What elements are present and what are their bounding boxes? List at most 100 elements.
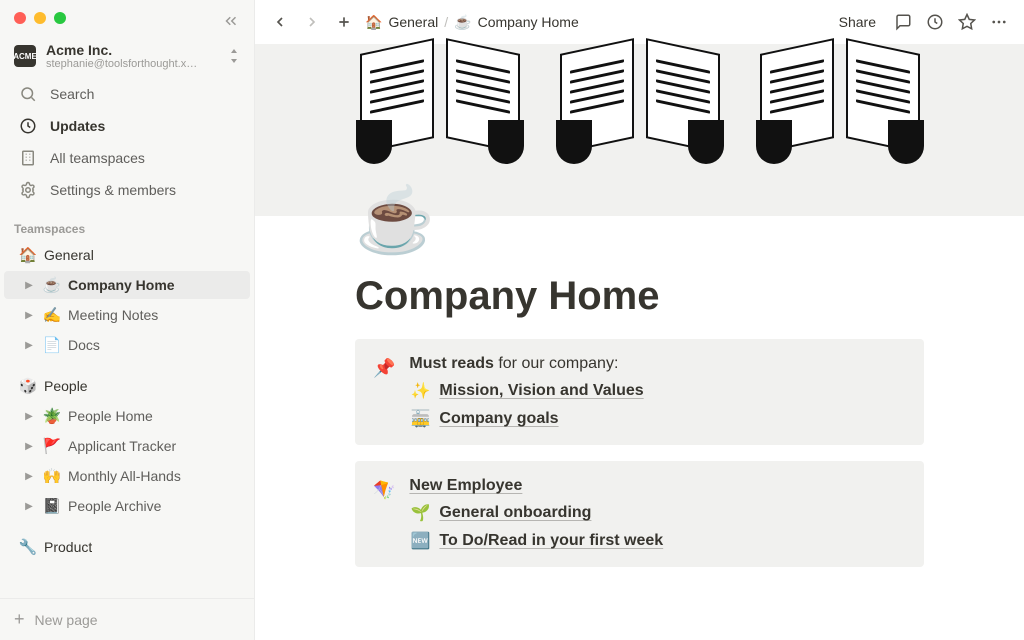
callout-new-employee[interactable]: 🪁 New Employee 🌱 General onboarding 🆕 To…	[355, 461, 924, 567]
sidebar-item-label: Product	[44, 539, 92, 555]
collapse-sidebar-button[interactable]	[222, 12, 240, 30]
share-button[interactable]: Share	[833, 10, 882, 34]
topbar: 🏠 General / ☕ Company Home Share	[255, 0, 1024, 44]
link-label: To Do/Read in your first week	[439, 532, 663, 550]
sidebar-item-label: General	[44, 247, 94, 263]
sidebar-item-people-archive[interactable]: ▶ 📓 People Archive	[4, 492, 250, 520]
link-label: Company goals	[439, 410, 558, 428]
chevron-right-icon[interactable]: ▶	[22, 499, 36, 513]
page-title[interactable]: Company Home	[355, 274, 924, 319]
expand-collapse-icon	[228, 49, 240, 63]
kite-icon: 🪁	[373, 477, 395, 551]
page-link-general-onboarding[interactable]: 🌱 General onboarding	[409, 503, 906, 523]
breadcrumb-page-icon: ☕	[454, 14, 471, 31]
chevron-right-icon[interactable]: ▶	[22, 469, 36, 483]
nav-label: Search	[50, 86, 94, 102]
maximize-window-icon[interactable]	[54, 12, 66, 24]
sidebar-item-label: Company Home	[68, 277, 175, 293]
history-button[interactable]	[924, 11, 946, 33]
seedling-icon: 🌱	[409, 503, 431, 523]
link-label: Mission, Vision and Values	[439, 382, 643, 400]
link-label: General onboarding	[439, 504, 591, 522]
page-icon: 📄	[42, 336, 62, 354]
chevron-right-icon[interactable]: ▶	[22, 308, 36, 322]
updates-nav[interactable]: Updates	[4, 111, 250, 141]
page-link-mission[interactable]: ✨ Mission, Vision and Values	[409, 381, 906, 401]
sidebar-item-label: People Archive	[68, 498, 161, 514]
chevron-right-icon[interactable]: ▶	[22, 439, 36, 453]
gear-icon	[18, 180, 38, 200]
minimize-window-icon[interactable]	[34, 12, 46, 24]
window-controls	[0, 0, 254, 30]
chevron-right-icon[interactable]: ▶	[22, 409, 36, 423]
sidebar-item-product[interactable]: 🔧 Product	[4, 533, 250, 561]
writing-hand-icon: ✍️	[42, 306, 62, 324]
main: 🏠 General / ☕ Company Home Share	[255, 0, 1024, 640]
sidebar-item-people-home[interactable]: ▶ 🪴 People Home	[4, 402, 250, 430]
workspace-name: Acme Inc.	[46, 42, 218, 58]
sidebar-item-label: People	[44, 378, 88, 394]
clock-icon	[18, 116, 38, 136]
new-badge-icon: 🆕	[409, 531, 431, 551]
forward-button[interactable]	[301, 11, 323, 33]
sidebar-item-people[interactable]: 🎲 People	[4, 372, 250, 400]
nav-label: Settings & members	[50, 182, 176, 198]
page-content: Company Home 📌 Must reads for our compan…	[255, 216, 1024, 603]
nav-label: Updates	[50, 118, 105, 134]
sidebar: ACME Acme Inc. stephanie@toolsforthought…	[0, 0, 255, 640]
pushpin-icon: 📌	[373, 355, 395, 429]
breadcrumb: 🏠 General / ☕ Company Home	[365, 14, 579, 31]
workspace-switcher[interactable]: ACME Acme Inc. stephanie@toolsforthought…	[0, 30, 254, 78]
sidebar-item-label: Applicant Tracker	[68, 438, 176, 454]
callout-heading[interactable]: New Employee	[409, 477, 906, 495]
settings-nav[interactable]: Settings & members	[4, 175, 250, 205]
favorite-button[interactable]	[956, 11, 978, 33]
nav-label: All teamspaces	[50, 150, 145, 166]
sidebar-item-general[interactable]: 🏠 General	[4, 241, 250, 269]
sidebar-item-company-home[interactable]: ▶ ☕ Company Home	[4, 271, 250, 299]
sidebar-item-monthly-all-hands[interactable]: ▶ 🙌 Monthly All-Hands	[4, 462, 250, 490]
comments-button[interactable]	[892, 11, 914, 33]
chevron-right-icon[interactable]: ▶	[22, 338, 36, 352]
all-teamspaces-nav[interactable]: All teamspaces	[4, 143, 250, 173]
sidebar-item-label: People Home	[68, 408, 153, 424]
sidebar-item-label: Docs	[68, 337, 100, 353]
plant-icon: 🪴	[42, 407, 62, 425]
new-tab-button[interactable]	[333, 11, 355, 33]
new-page-button[interactable]: + New page	[0, 598, 254, 640]
plus-icon: +	[14, 609, 25, 630]
wrench-icon: 🔧	[18, 538, 38, 556]
page-link-company-goals[interactable]: 🚋 Company goals	[409, 409, 906, 429]
breadcrumb-root[interactable]: General	[388, 14, 438, 30]
workspace-icon: ACME	[14, 45, 36, 67]
breadcrumb-root-icon: 🏠	[365, 14, 382, 31]
dice-icon: 🎲	[18, 377, 38, 395]
teamspaces-header: Teamspaces	[0, 206, 254, 240]
sidebar-item-applicant-tracker[interactable]: ▶ 🚩 Applicant Tracker	[4, 432, 250, 460]
search-nav[interactable]: Search	[4, 79, 250, 109]
tram-icon: 🚋	[409, 409, 431, 429]
page-icon[interactable]: ☕	[355, 188, 435, 252]
cover-image[interactable]: ☕	[255, 44, 1024, 216]
breadcrumb-separator: /	[444, 14, 448, 30]
breadcrumb-page[interactable]: Company Home	[478, 14, 579, 30]
notebook-icon: 📓	[42, 497, 62, 515]
back-button[interactable]	[269, 11, 291, 33]
sidebar-item-label: Monthly All-Hands	[68, 468, 181, 484]
house-icon: 🏠	[18, 246, 38, 264]
sparkles-icon: ✨	[409, 381, 431, 401]
raising-hands-icon: 🙌	[42, 467, 62, 485]
callout-must-reads[interactable]: 📌 Must reads for our company: ✨ Mission,…	[355, 339, 924, 445]
sidebar-item-meeting-notes[interactable]: ▶ ✍️ Meeting Notes	[4, 301, 250, 329]
close-window-icon[interactable]	[14, 12, 26, 24]
sidebar-item-docs[interactable]: ▶ 📄 Docs	[4, 331, 250, 359]
new-page-label: New page	[35, 612, 98, 628]
building-icon	[18, 148, 38, 168]
callout-heading: Must reads for our company:	[409, 355, 906, 373]
coffee-icon: ☕	[42, 276, 62, 294]
workspace-email: stephanie@toolsforthought.x…	[46, 58, 218, 70]
more-button[interactable]	[988, 11, 1010, 33]
page-link-first-week[interactable]: 🆕 To Do/Read in your first week	[409, 531, 906, 551]
sidebar-item-label: Meeting Notes	[68, 307, 158, 323]
chevron-right-icon[interactable]: ▶	[22, 278, 36, 292]
